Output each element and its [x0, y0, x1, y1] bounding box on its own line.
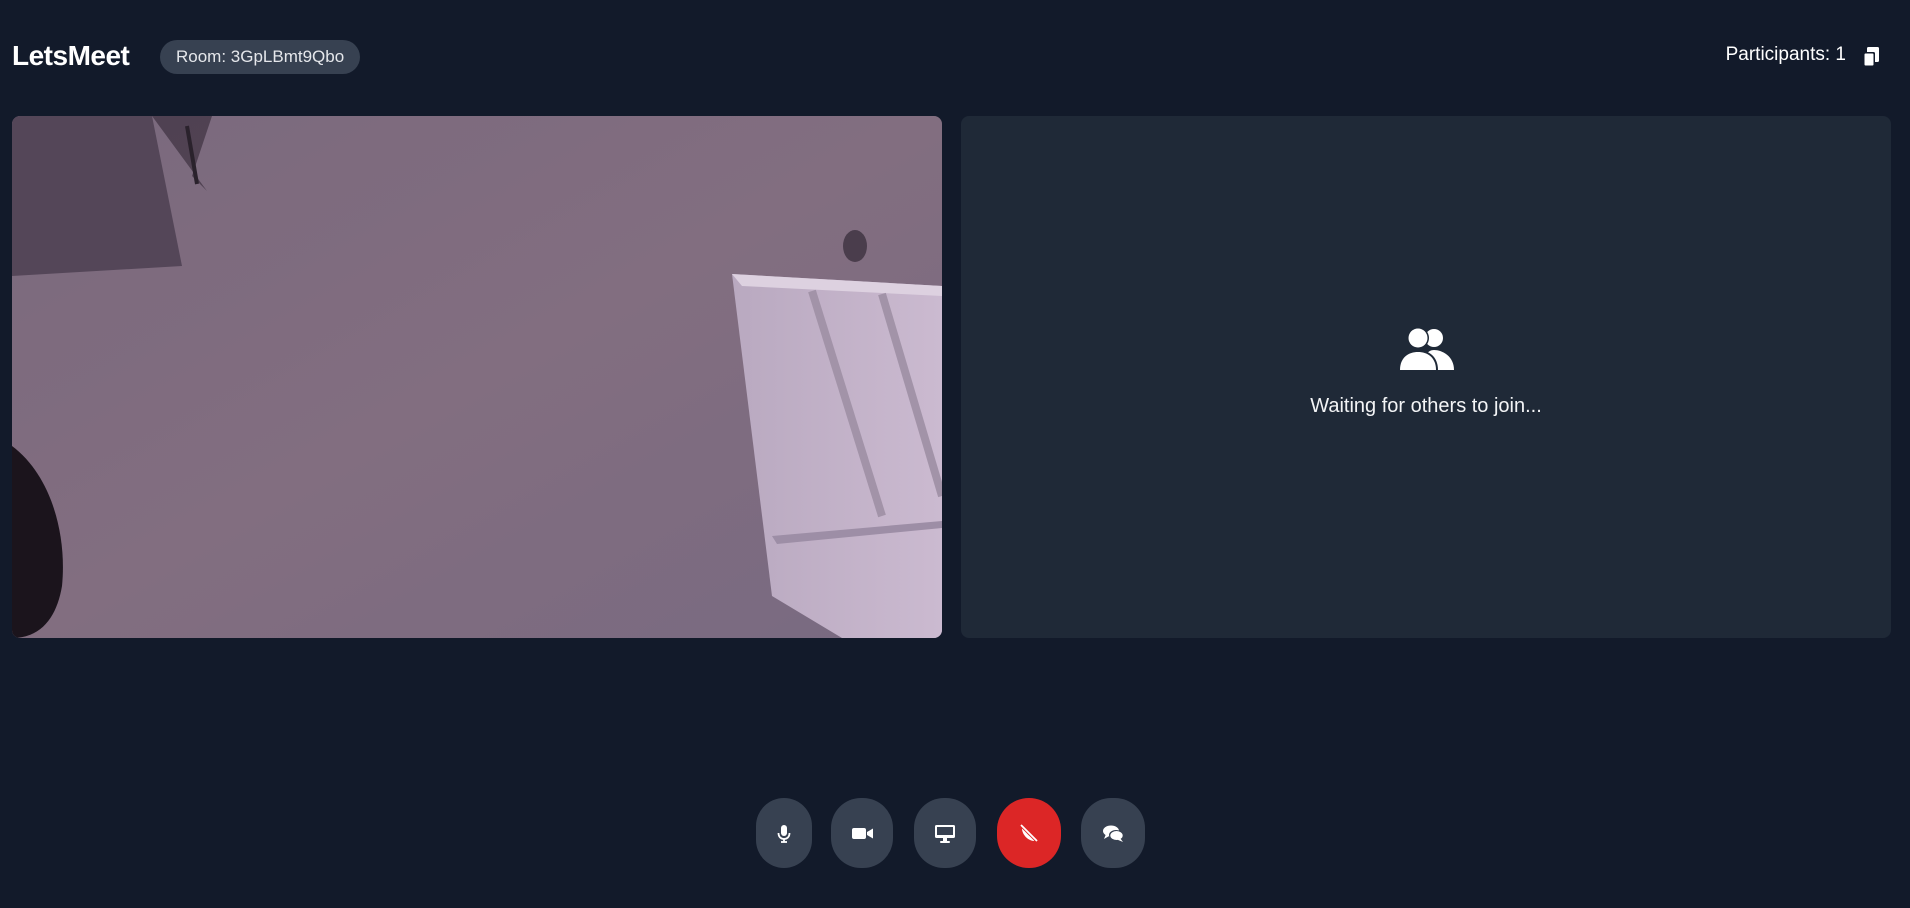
meeting-app: LetsMeet Room: 3GpLBmt9Qbo Participants:… [0, 0, 1910, 908]
copy-icon[interactable] [1858, 44, 1884, 70]
video-camera-icon [852, 828, 873, 839]
camera-button[interactable] [831, 798, 893, 868]
screen-share-button[interactable] [914, 798, 976, 868]
phone-slash-icon [1019, 823, 1039, 843]
waiting-panel: Waiting for others to join... [961, 326, 1891, 418]
chat-button[interactable] [1081, 798, 1145, 868]
end-call-button[interactable] [997, 798, 1061, 868]
participants-count: Participants: 1 [1725, 44, 1846, 65]
waiting-message: Waiting for others to join... [1310, 395, 1542, 417]
microphone-icon [777, 825, 791, 843]
local-video-tile [12, 116, 942, 638]
header: LetsMeet Room: 3GpLBmt9Qbo Participants:… [0, 0, 1910, 116]
users-icon [1396, 326, 1456, 372]
chat-bubbles-icon [1103, 825, 1123, 842]
desktop-icon [935, 825, 955, 843]
call-controls [0, 798, 1910, 868]
microphone-button[interactable] [756, 798, 812, 868]
app-brand: LetsMeet [12, 40, 130, 71]
room-badge: Room: 3GpLBmt9Qbo [160, 40, 361, 74]
remote-video-tile: Waiting for others to join... [961, 116, 1891, 638]
camera-feed [12, 116, 942, 638]
